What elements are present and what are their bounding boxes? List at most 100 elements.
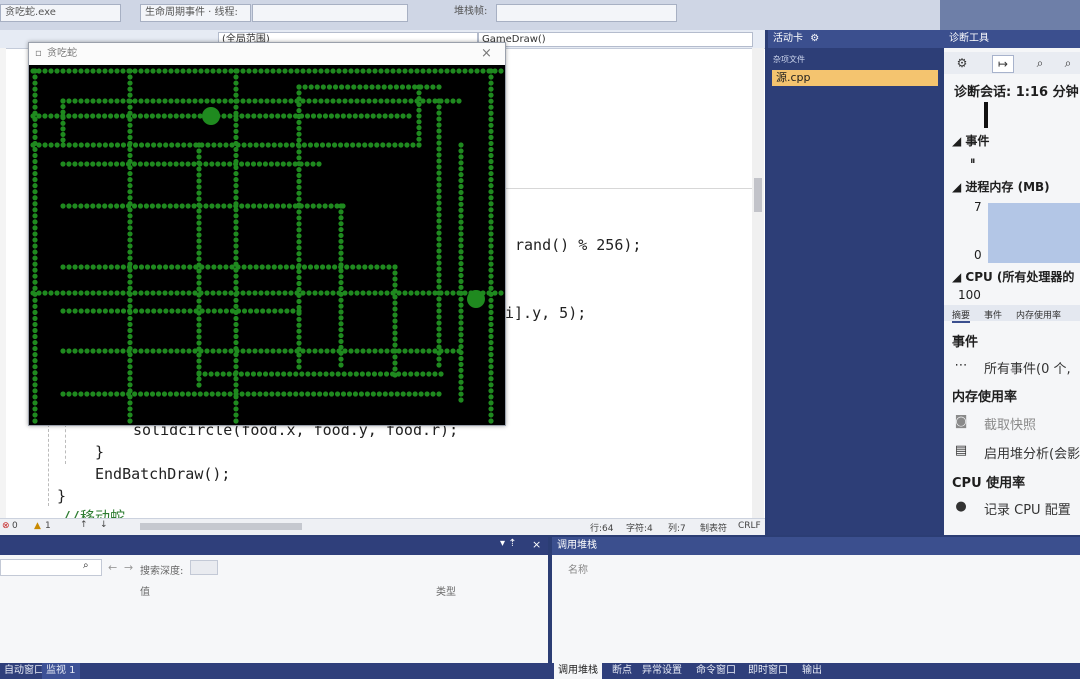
snake-segment (252, 348, 258, 354)
tab-summary[interactable]: 摘要 (952, 308, 971, 323)
record-cpu-button[interactable]: ● 记录 CPU 配置 (955, 499, 1070, 518)
snake-segment (488, 213, 494, 219)
column-value[interactable]: 值 (140, 583, 150, 598)
nav-down-icon[interactable]: ↓ (100, 520, 108, 530)
snake-segment (458, 219, 464, 225)
snake-segment (156, 348, 162, 354)
heap-analysis-button[interactable]: ▤ 启用堆分析(会影 (955, 443, 1080, 462)
tab-events[interactable]: 事件 (984, 308, 1002, 321)
close-icon[interactable]: × (532, 538, 541, 551)
snake-segment (66, 203, 72, 209)
export-icon[interactable]: ↦ (992, 55, 1014, 73)
nav-forward-icon[interactable]: → (124, 561, 133, 574)
tab-breakpoints[interactable]: 断点 (608, 663, 636, 679)
snake-segment (102, 308, 108, 314)
tab-command-window[interactable]: 命令窗口 (692, 663, 740, 679)
nav-up-icon[interactable]: ↑ (80, 520, 88, 530)
snake-segment (436, 212, 442, 218)
snake-segment (458, 284, 464, 290)
snake-segment (204, 348, 210, 354)
search-input[interactable]: ⌕ (0, 559, 102, 576)
snake-segment (488, 207, 494, 213)
open-file-tab[interactable]: 源.cpp (772, 70, 938, 86)
snake-segment (258, 290, 264, 296)
snake-segment (436, 290, 442, 296)
event-filter[interactable]: 生命周期事件 · 线程: (140, 4, 251, 22)
stack-frame-dropdown[interactable] (496, 4, 677, 22)
thread-dropdown[interactable] (252, 4, 408, 22)
snake-segment (376, 391, 382, 397)
settings-icon[interactable]: ⚙ (810, 33, 819, 44)
tab-immediate-window[interactable]: 即时窗口 (744, 663, 792, 679)
snake-segment (296, 334, 302, 340)
snake-segment (167, 161, 173, 167)
snake-segment (369, 84, 375, 90)
tab-exception-settings[interactable]: 异常设置 (638, 663, 686, 679)
snake-segment (458, 255, 464, 261)
snake-segment (233, 406, 239, 412)
snake-segment (108, 290, 114, 296)
tabs-indicator[interactable]: 制表符 (700, 521, 727, 534)
game-window-titlebar[interactable]: ▫ 贪吃蛇 × (29, 43, 505, 65)
search-icon[interactable]: ⌕ (83, 560, 89, 571)
snake-segment (185, 113, 191, 119)
nav-back-icon[interactable]: ← (108, 561, 117, 574)
tab-call-stack[interactable]: 调用堆栈 (554, 663, 602, 679)
snake-segment (366, 98, 372, 104)
snake-segment (211, 308, 217, 314)
snake-segment (328, 391, 335, 397)
cpu-section[interactable]: ◢ CPU (所有处理器的 (952, 268, 1074, 285)
column-name[interactable]: 名称 (568, 561, 588, 576)
pause-icon[interactable]: ⏸ (970, 154, 976, 168)
snake-segment (108, 264, 114, 270)
tab-memory-usage[interactable]: 内存使用率 (1016, 308, 1061, 321)
tab-output[interactable]: 输出 (798, 663, 826, 679)
snake-segment (296, 184, 302, 190)
error-icon[interactable]: ⊗ (2, 521, 10, 531)
snake-segment (66, 98, 72, 104)
warning-icon[interactable]: ▲ (34, 521, 41, 531)
snake-segment (196, 322, 202, 328)
snake-segment (458, 332, 464, 338)
game-canvas[interactable] (29, 65, 505, 425)
snake-segment (196, 280, 202, 286)
process-dropdown[interactable]: 贪吃蛇.exe (0, 4, 121, 22)
gear-icon[interactable]: ⚙ (952, 55, 972, 71)
snake-segment (258, 68, 264, 74)
snake-segment (420, 290, 426, 296)
column-type[interactable]: 类型 (436, 583, 456, 598)
snake-segment (436, 254, 442, 260)
search-depth-dropdown[interactable] (190, 560, 218, 575)
zoom-in-icon[interactable]: ⌕ (1030, 55, 1050, 71)
editor-vertical-scrollbar[interactable] (752, 48, 764, 518)
tab-autos[interactable]: 自动窗口 (0, 663, 48, 679)
snake-segment (402, 68, 408, 74)
snake-segment (54, 68, 60, 74)
pin-icon[interactable]: ▾ ⇡ (500, 538, 517, 549)
memory-section[interactable]: ◢ 进程内存 (MB) (952, 178, 1050, 195)
snake-segment (127, 309, 133, 315)
scroll-thumb[interactable] (754, 178, 762, 212)
all-events-link[interactable]: ⋯ 所有事件(0 个, (955, 358, 1071, 377)
eol-indicator[interactable]: CRLF (738, 521, 761, 531)
game-window[interactable]: ▫ 贪吃蛇 × (28, 42, 506, 426)
snake-segment (390, 68, 396, 74)
snake-segment (338, 327, 344, 333)
tab-watch-1[interactable]: 监视 1 (42, 663, 80, 679)
snake-segment (253, 264, 259, 270)
code-separator (506, 188, 752, 213)
zoom-out-icon[interactable]: ⌕ (1058, 55, 1078, 71)
snake-segment (402, 348, 408, 354)
snake-segment (382, 391, 388, 397)
snake-segment (296, 161, 302, 167)
horizontal-scroll-thumb[interactable] (140, 523, 302, 530)
events-section[interactable]: ◢ 事件 (952, 132, 989, 149)
snake-segment (233, 249, 239, 255)
snake-segment (281, 371, 287, 377)
snake-segment (416, 136, 422, 142)
snake-segment (458, 302, 464, 308)
function-dropdown[interactable]: GameDraw() (478, 32, 753, 47)
snapshot-button[interactable]: ◙ 截取快照 (955, 414, 1036, 433)
close-icon[interactable]: × (481, 43, 492, 65)
snake-segment (458, 172, 464, 178)
